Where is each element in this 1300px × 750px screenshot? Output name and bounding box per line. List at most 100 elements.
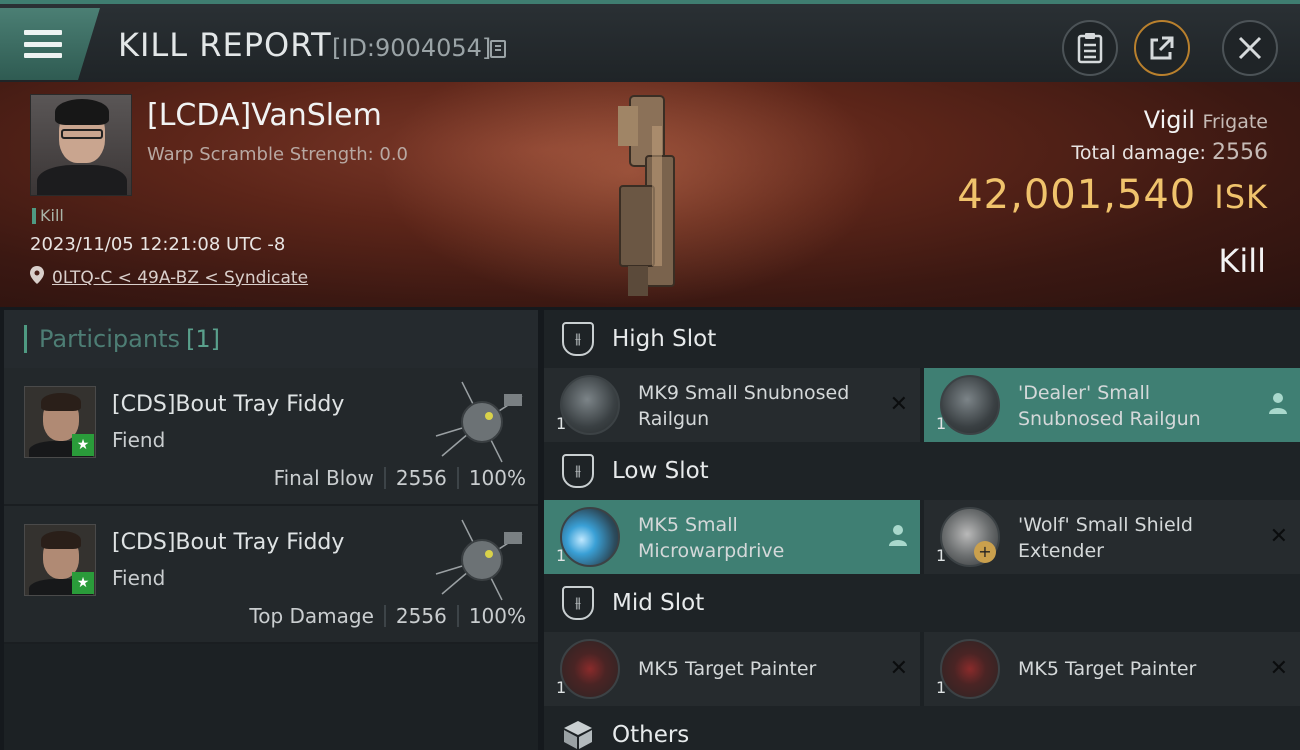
participant-name: [CDS]Bout Tray Fiddy [112, 530, 345, 555]
x-icon: ✕ [1269, 656, 1288, 681]
module-quantity: 1 [556, 414, 567, 433]
railgun-icon [940, 375, 1000, 435]
total-damage-value: 2556 [1212, 140, 1268, 165]
module-quantity: 1 [936, 678, 947, 697]
kill-tag-label: Kill [40, 206, 64, 225]
participant-percent: 100% [468, 466, 526, 490]
isk-unit: ISK [1214, 178, 1268, 216]
module-name: 'Wolf' Small Shield Extender [1018, 514, 1193, 562]
report-id: [ID:9004054] [332, 34, 492, 62]
participant-damage: 2556 [395, 604, 447, 628]
divider [456, 467, 459, 489]
kill-timestamp: 2023/11/05 12:21:08 UTC -8 [30, 234, 286, 255]
low-slot-icon: ⫵ [562, 454, 594, 488]
module-quantity: 1 [936, 546, 947, 565]
menu-button[interactable] [0, 8, 100, 80]
star-icon: ★ [72, 434, 94, 456]
ship-name: Vigil [1143, 106, 1195, 134]
microwarpdrive-icon [560, 507, 620, 567]
module-item[interactable]: 1 MK5 Target Painter ✕ [544, 632, 920, 706]
x-icon: ✕ [889, 392, 908, 417]
divider [383, 467, 386, 489]
clipboard-icon [1077, 33, 1103, 64]
isk-value: 42,001,540 ISK [957, 172, 1268, 218]
pin-icon [30, 266, 44, 284]
participant-ship: Fiend [112, 566, 166, 590]
participant-role: Final Blow [273, 466, 374, 490]
high-slot-label: High Slot [612, 326, 717, 352]
module-item[interactable]: 1 MK5 Small Microwarpdrive [544, 500, 920, 574]
target-painter-icon [940, 639, 1000, 699]
total-damage-label: Total damage: [1071, 142, 1206, 164]
module-quantity: 1 [556, 546, 567, 565]
victim-portrait[interactable] [30, 94, 132, 196]
victim-ship[interactable]: Vigil Frigate [1144, 106, 1268, 134]
participant-row[interactable]: ★ [CDS]Bout Tray Fiddy Fiend Final Blow … [4, 368, 538, 506]
participants-count: [1] [185, 325, 220, 353]
share-button[interactable] [1134, 20, 1190, 76]
participant-percent: 100% [468, 604, 526, 628]
plus-icon: + [974, 541, 996, 563]
module-name: MK5 Small Microwarpdrive [638, 514, 785, 562]
victim-ship-image [618, 95, 675, 296]
close-icon [1238, 36, 1262, 60]
participant-ship-image [435, 519, 523, 601]
notes-button[interactable] [1062, 20, 1118, 76]
person-icon [1269, 393, 1287, 414]
low-slot-modules: 1 MK5 Small Microwarpdrive + 1 'Wolf' Sm… [544, 500, 1300, 574]
module-item[interactable]: + 1 'Wolf' Small Shield Extender ✕ [924, 500, 1300, 574]
divider [456, 605, 459, 627]
fittings-panel: ⫵ High Slot 1 MK9 Small Snubnosed Railgu… [544, 310, 1300, 750]
participant-role: Top Damage [249, 604, 374, 628]
target-painter-icon [560, 639, 620, 699]
others-label: Others [612, 722, 690, 748]
participants-title: Participants [39, 325, 180, 353]
high-slot-modules: 1 MK9 Small Snubnosed Railgun ✕ 1 'Deale… [544, 368, 1300, 442]
module-name: MK9 Small Snubnosed Railgun [638, 382, 850, 430]
shield-extender-icon: + [940, 507, 1000, 567]
isk-amount: 42,001,540 [957, 172, 1197, 218]
share-icon [1150, 36, 1174, 60]
module-name: 'Dealer' Small Snubnosed Railgun [1018, 382, 1201, 430]
cube-icon [564, 721, 592, 749]
module-item[interactable]: 1 MK5 Target Painter ✕ [924, 632, 1300, 706]
warp-scramble-strength: Warp Scramble Strength: 0.0 [147, 144, 409, 165]
module-item[interactable]: 1 'Dealer' Small Snubnosed Railgun [924, 368, 1300, 442]
low-slot-header: ⫵ Low Slot [544, 442, 1300, 500]
victim-name[interactable]: [LCDA]VanSlem [147, 98, 382, 133]
high-slot-icon: ⫵ [562, 322, 594, 356]
participants-header: Participants [1] [4, 310, 538, 368]
person-icon [889, 525, 907, 546]
participant-damage: 2556 [395, 466, 447, 490]
mid-slot-label: Mid Slot [612, 590, 705, 616]
kill-type: Kill [1218, 242, 1266, 280]
participant-row[interactable]: ★ [CDS]Bout Tray Fiddy Fiend Top Damage … [4, 506, 538, 644]
mid-slot-modules: 1 MK5 Target Painter ✕ 1 MK5 Target Pain… [544, 632, 1300, 706]
copy-icon[interactable] [490, 40, 506, 58]
module-item[interactable]: 1 MK9 Small Snubnosed Railgun ✕ [544, 368, 920, 442]
top-bar: KILL REPORT [ID:9004054] [0, 0, 1300, 82]
x-icon: ✕ [1269, 524, 1288, 549]
kill-location-link[interactable]: 0LTQ-C < 49A-BZ < Syndicate [52, 268, 308, 288]
module-name: MK5 Target Painter [1018, 658, 1197, 680]
tag-accent [32, 207, 36, 224]
victim-summary: [LCDA]VanSlem Warp Scramble Strength: 0.… [0, 82, 1300, 307]
others-header: Others [544, 706, 1300, 750]
mid-slot-icon: ⫵ [562, 586, 594, 620]
star-icon: ★ [72, 572, 94, 594]
kill-tag: Kill [32, 206, 64, 225]
page-title: KILL REPORT [118, 26, 332, 64]
low-slot-label: Low Slot [612, 458, 709, 484]
railgun-icon [560, 375, 620, 435]
divider [383, 605, 386, 627]
module-name: MK5 Target Painter [638, 658, 817, 680]
hamburger-icon [24, 30, 62, 58]
high-slot-header: ⫵ High Slot [544, 310, 1300, 368]
ship-class: Frigate [1202, 111, 1268, 133]
module-quantity: 1 [556, 678, 567, 697]
x-icon: ✕ [889, 656, 908, 681]
close-button[interactable] [1222, 20, 1278, 76]
participant-name: [CDS]Bout Tray Fiddy [112, 392, 345, 417]
participant-stats: Top Damage 2556 100% [249, 604, 526, 628]
total-damage: Total damage: 2556 [1072, 140, 1268, 165]
